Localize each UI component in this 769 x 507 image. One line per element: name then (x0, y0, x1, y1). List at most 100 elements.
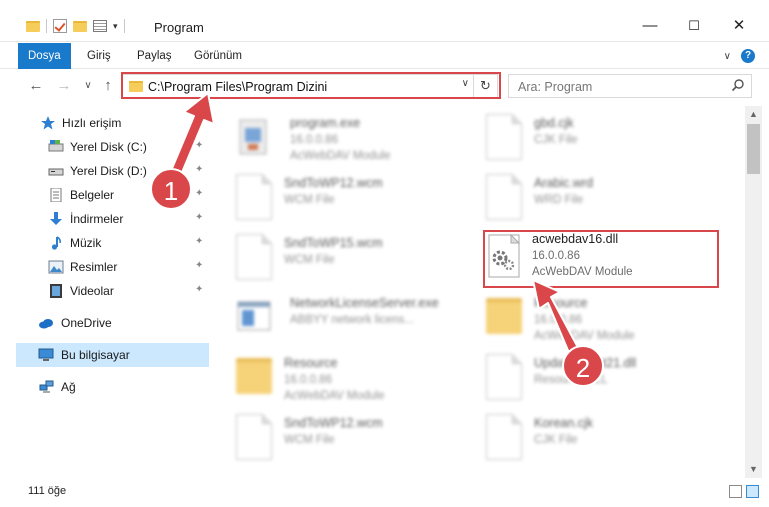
document-icon (486, 414, 522, 460)
file-name: program.exe (290, 116, 361, 130)
file-item[interactable]: gbd.cjk CJK File (466, 108, 706, 166)
file-item[interactable]: SndToWP12.wcm WCM File (216, 408, 456, 466)
dll-icon (486, 354, 522, 400)
pin-icon[interactable]: ✦ (195, 140, 203, 151)
pin-icon[interactable]: ✦ (195, 260, 203, 271)
properties-icon[interactable] (93, 20, 107, 32)
window-title: Program (154, 20, 204, 35)
help-icon[interactable]: ? (741, 49, 755, 63)
download-icon (50, 212, 62, 225)
expand-ribbon-button[interactable]: ∨ (724, 51, 731, 62)
scroll-up-arrow-icon[interactable]: ▲ (745, 106, 762, 123)
file-version: WCM File (284, 434, 335, 446)
step-2-badge: 2 (562, 345, 604, 387)
up-button[interactable]: ↑ (98, 76, 118, 96)
sidebar-item-label: Yerel Disk (D:) (70, 164, 147, 178)
document-icon (486, 114, 522, 160)
file-item[interactable]: Korean.cjk CJK File (466, 408, 706, 466)
sidebar-item-onedrive[interactable]: OneDrive (0, 311, 210, 335)
pin-icon[interactable]: ✦ (195, 212, 203, 223)
search-input[interactable]: Ara: Program (518, 80, 592, 94)
file-name: Resource (284, 356, 338, 370)
tiles-view-icon[interactable] (746, 485, 759, 498)
divider (46, 19, 47, 33)
pin-icon[interactable]: ✦ (195, 188, 203, 199)
file-name: SndToWP15.wcm (284, 236, 383, 250)
tab-dosya[interactable]: Dosya (18, 43, 71, 69)
vertical-scrollbar[interactable]: ▲ ▼ (745, 106, 762, 478)
properties-check-icon[interactable] (53, 19, 67, 33)
sidebar-item-label: Müzik (70, 236, 102, 250)
file-item[interactable]: Resource 16.0.0.86 AcWebDAV Module (216, 348, 456, 406)
sidebar-item-label: Bu bilgisayar (61, 348, 130, 362)
forward-button[interactable]: → (54, 76, 74, 96)
file-item[interactable]: SndToWP15.wcm WCM File (216, 228, 456, 286)
sidebar-item-local-disk-c[interactable]: Yerel Disk (C:) ✦ (0, 135, 210, 159)
file-item[interactable]: program.exe 16.0.0.86 AcWebDAV Module (216, 108, 456, 166)
search-icon[interactable] (731, 78, 745, 92)
videos-icon (50, 284, 62, 298)
search-box[interactable]: Ara: Program (508, 74, 752, 98)
folder-icon (486, 298, 522, 334)
tab-paylas[interactable]: Paylaş (127, 43, 182, 69)
computer-icon (38, 348, 54, 361)
details-view-icon[interactable] (729, 485, 742, 498)
sidebar-item-network[interactable]: Ağ (0, 375, 210, 399)
file-item[interactable]: Arabic.wrd WRD File (466, 168, 706, 226)
file-version: WCM File (284, 254, 335, 266)
file-name: SndToWP12.wcm (284, 176, 383, 190)
sidebar-item-quick-access[interactable]: Hızlı erişim (0, 111, 210, 135)
tab-gorunum[interactable]: Görünüm (184, 43, 252, 69)
exe-window-icon (237, 301, 271, 331)
pin-icon[interactable]: ✦ (195, 236, 203, 247)
file-item[interactable]: SndToWP12.wcm WCM File (216, 168, 456, 226)
back-button[interactable]: ← (26, 76, 46, 96)
file-name: NetworkLicenseServer.exe (290, 296, 439, 310)
sidebar-item-muzik[interactable]: Müzik ✦ (0, 231, 210, 255)
file-description: AcWebDAV Module (290, 150, 391, 162)
sidebar-item-label: İndirmeler (70, 212, 124, 226)
close-button[interactable]: ✕ (727, 14, 751, 38)
status-bar: 111 öğe (0, 478, 769, 507)
folder-icon[interactable] (26, 20, 40, 32)
minimize-button[interactable]: — (638, 14, 662, 38)
file-item[interactable]: Resource 16.0.0.86 AcWebDAV Module (466, 288, 706, 346)
item-count: 111 öğe (28, 485, 67, 497)
file-description: AcWebDAV Module (284, 390, 385, 402)
file-item[interactable]: NetworkLicenseServer.exe ABBYY network l… (216, 288, 456, 346)
drive-icon (48, 168, 64, 176)
sidebar-item-label: Resimler (70, 260, 118, 274)
music-icon (51, 236, 61, 250)
quick-access-toolbar: ▾ (26, 19, 125, 33)
divider (123, 19, 125, 33)
document-icon (236, 414, 272, 460)
sidebar-item-label: Ağ (61, 380, 76, 394)
sidebar-item-indirmeler[interactable]: İndirmeler ✦ (0, 207, 210, 231)
document-icon (486, 174, 522, 220)
file-name: SndToWP12.wcm (284, 416, 383, 430)
pin-icon[interactable]: ✦ (195, 164, 203, 175)
file-name: Korean.cjk (534, 416, 594, 430)
new-folder-icon[interactable] (73, 20, 87, 32)
scroll-down-arrow-icon[interactable]: ▼ (745, 461, 762, 478)
file-highlight (483, 230, 719, 288)
step-1-badge: 1 (150, 168, 192, 210)
sidebar-item-videolar[interactable]: Videolar ✦ (0, 279, 210, 303)
sidebar-item-this-pc[interactable]: Bu bilgisayar (16, 343, 209, 367)
exe-icon (239, 119, 267, 155)
sidebar-item-label: Videolar (70, 284, 114, 298)
file-version: CJK File (534, 434, 578, 446)
sidebar-item-resimler[interactable]: Resimler ✦ (0, 255, 210, 279)
pin-icon[interactable]: ✦ (195, 284, 203, 295)
file-version: WCM File (284, 194, 335, 206)
file-version: 16.0.0.86 (284, 374, 332, 386)
customize-toolbar-arrow-icon[interactable]: ▾ (113, 21, 118, 32)
file-version: WRD File (534, 194, 584, 206)
network-icon (39, 380, 54, 393)
tab-giris[interactable]: Giriş (77, 43, 121, 69)
scrollbar-thumb[interactable] (747, 124, 760, 174)
file-version: 16.0.0.86 (534, 314, 582, 326)
recent-locations-button[interactable]: ∨ (78, 76, 98, 96)
drive-icon (48, 140, 64, 152)
maximize-button[interactable]: ☐ (682, 14, 706, 38)
